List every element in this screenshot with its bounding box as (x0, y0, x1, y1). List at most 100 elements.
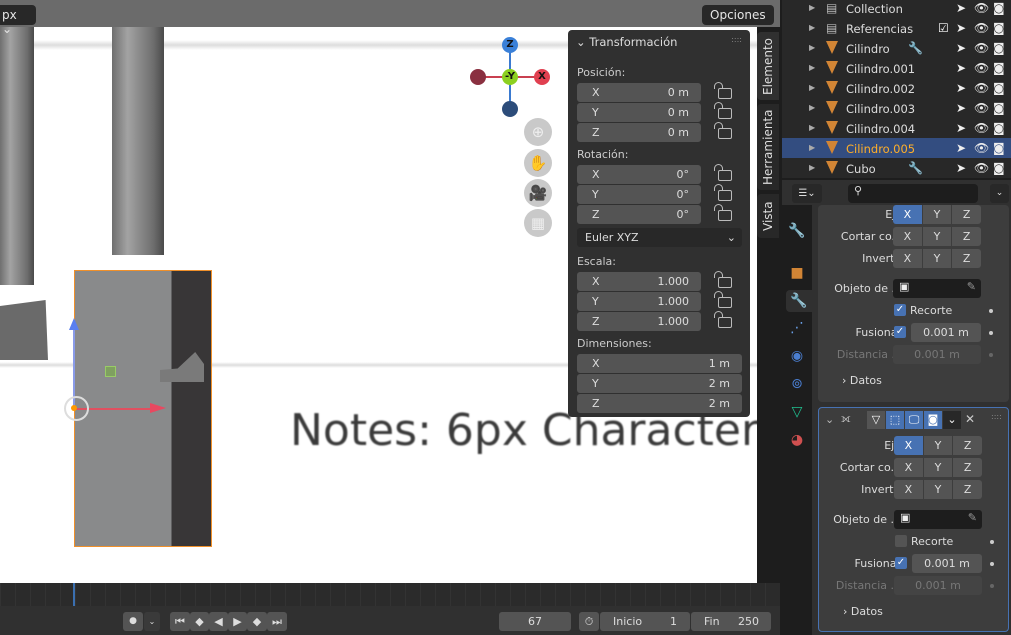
hand-pan-icon[interactable]: ✋ (524, 149, 552, 177)
outliner-row[interactable]: ▶ ▤ Collection ➤ 👁 ◙ (782, 0, 1011, 18)
grid-icon[interactable]: ▦ (524, 209, 552, 237)
outliner-row[interactable]: ▶ ▤ Referencias ☑ ➤ 👁 ◙ (782, 18, 1011, 38)
merge-distance-field[interactable]: 0.001 m (911, 323, 981, 342)
position-y-field[interactable]: Y 0 m (577, 103, 701, 122)
properties-search-input[interactable]: ⚲ (848, 184, 978, 203)
rotation-x-field[interactable]: X 0° (577, 165, 701, 184)
eyedropper-icon[interactable]: ✎ (967, 280, 976, 293)
tab-vista[interactable]: Vista (757, 194, 779, 238)
gizmo-neg-y[interactable]: -Y (502, 69, 518, 85)
keying-dropdown[interactable]: ⌄ (144, 612, 160, 631)
eye-icon[interactable]: 👁 (974, 161, 989, 175)
gizmo-neg-z[interactable] (502, 101, 518, 117)
bisect-y-toggle[interactable]: Y (922, 227, 952, 246)
flip-x-toggle[interactable]: X (893, 249, 922, 268)
merge-checkbox[interactable]: ✓ (895, 557, 907, 569)
expand-arrow-icon[interactable]: ▶ (809, 23, 815, 32)
prev-keyframe-icon[interactable]: ◆ (190, 612, 209, 631)
expand-arrow-icon[interactable]: ▶ (809, 143, 815, 152)
camera-render-icon[interactable]: ◙ (993, 161, 1005, 175)
eye-icon[interactable]: 👁 (974, 81, 989, 95)
axis-z-toggle[interactable]: Z (953, 436, 983, 455)
play-reverse-icon[interactable]: ◀ (209, 612, 228, 631)
outliner-row[interactable]: ▶ Cilindro.004 ➤ 👁 ◙ (782, 118, 1011, 138)
tab-herramienta[interactable]: Herramienta (757, 104, 779, 190)
zoom-icon[interactable]: ⊕ (524, 118, 552, 146)
end-frame-field[interactable]: Fin 250 (691, 612, 771, 631)
expand-arrow-icon[interactable]: ▶ (809, 43, 815, 52)
dimensions-x-field[interactable]: X 1 m (577, 354, 742, 373)
select-arrow-icon[interactable]: ➤ (956, 121, 966, 135)
select-arrow-icon[interactable]: ➤ (956, 101, 966, 115)
drag-handle-icon[interactable]: :::: (991, 412, 1002, 421)
particles-icon[interactable]: ⋰ (786, 317, 808, 339)
outliner-row[interactable]: ▶ Cilindro.003 ➤ 👁 ◙ (782, 98, 1011, 118)
flip-z-toggle[interactable]: Z (953, 480, 983, 499)
expand-arrow-icon[interactable]: ▶ (809, 163, 815, 172)
3d-viewport[interactable]: Notes: 6px Character px ⌄ Opciones ⌄ Z X… (0, 0, 780, 583)
merge-distance-field[interactable]: 0.001 m (912, 554, 982, 573)
keyframe-dot-icon[interactable] (989, 309, 993, 313)
select-arrow-icon[interactable]: ➤ (956, 161, 966, 175)
rotation-mode-dropdown[interactable]: Euler XYZ ⌄ (577, 228, 742, 247)
scale-x-field[interactable]: X 1.000 (577, 272, 701, 291)
mirror-object-field[interactable]: ▣ ✎ (894, 510, 982, 529)
expand-arrow-icon[interactable]: ▶ (809, 103, 815, 112)
lock-icon[interactable] (714, 184, 732, 201)
camera-render-icon[interactable]: ◙ (993, 101, 1005, 115)
jump-end-icon[interactable]: ⏭ (267, 612, 287, 631)
rotation-z-field[interactable]: Z 0° (577, 205, 701, 224)
lock-icon[interactable] (714, 164, 732, 181)
position-x-field[interactable]: X 0 m (577, 83, 701, 102)
lock-icon[interactable] (714, 271, 732, 288)
lock-icon[interactable] (714, 122, 732, 139)
playhead[interactable] (73, 583, 75, 606)
flip-y-toggle[interactable]: Y (923, 480, 953, 499)
eye-icon[interactable]: 👁 (974, 1, 989, 15)
eye-icon[interactable]: 👁 (974, 41, 989, 55)
mirror-object-field[interactable]: ▣ ✎ (893, 279, 981, 298)
keyframe-dot-icon[interactable] (990, 540, 994, 544)
render-icon[interactable]: ◙ (924, 411, 942, 429)
gizmo-z[interactable]: Z (502, 37, 518, 53)
close-icon[interactable]: ✕ (965, 412, 975, 426)
axis-x-toggle[interactable]: X (893, 205, 922, 224)
gizmo-neg-x[interactable] (470, 69, 486, 85)
lock-icon[interactable] (714, 102, 732, 119)
gizmo-x[interactable]: X (534, 69, 550, 85)
bisect-z-toggle[interactable]: Z (953, 458, 983, 477)
select-arrow-icon[interactable]: ➤ (956, 41, 966, 55)
eye-icon[interactable]: 👁 (974, 21, 989, 35)
material-icon[interactable]: ◕ (786, 429, 808, 451)
cage-icon[interactable]: ⬚ (886, 411, 904, 429)
editor-type-dropdown[interactable]: ☰⌄ (792, 184, 822, 203)
camera-render-icon[interactable]: ◙ (993, 81, 1005, 95)
units-dropdown[interactable]: px ⌄ (0, 5, 36, 36)
select-arrow-icon[interactable]: ➤ (956, 1, 966, 15)
expand-arrow-icon[interactable]: ▶ (809, 123, 815, 132)
outliner-row[interactable]: ▶ Cubo 🔧 ➤ 👁 ◙ (782, 158, 1011, 178)
outliner-row[interactable]: ▶ Cilindro.001 ➤ 👁 ◙ (782, 58, 1011, 78)
bisect-x-toggle[interactable]: X (894, 458, 923, 477)
position-z-field[interactable]: Z 0 m (577, 123, 701, 142)
lock-icon[interactable] (714, 291, 732, 308)
select-arrow-icon[interactable]: ➤ (956, 81, 966, 95)
start-frame-field[interactable]: Inicio 1 (600, 612, 690, 631)
outliner-row[interactable]: ▶ Cilindro.002 ➤ 👁 ◙ (782, 78, 1011, 98)
physics-icon[interactable]: ◉ (786, 345, 808, 367)
camera-render-icon[interactable]: ◙ (993, 1, 1005, 15)
camera-render-icon[interactable]: ◙ (993, 121, 1005, 135)
lock-icon[interactable] (714, 82, 732, 99)
dimensions-y-field[interactable]: Y 2 m (577, 374, 742, 393)
transform-panel-header[interactable]: ⌄ Transformación (576, 35, 677, 49)
scale-z-field[interactable]: Z 1.000 (577, 312, 701, 331)
camera-render-icon[interactable]: ◙ (993, 61, 1005, 75)
camera-icon[interactable]: 🎥 (524, 179, 552, 207)
next-keyframe-icon[interactable]: ◆ (247, 612, 267, 631)
current-frame-field[interactable]: 67 (499, 612, 571, 631)
options-dropdown[interactable]: Opciones ⌄ (702, 5, 774, 36)
z-arrow[interactable] (73, 325, 75, 407)
axis-z-toggle[interactable]: Z (952, 205, 982, 224)
clipping-checkbox[interactable] (895, 535, 907, 547)
bisect-z-toggle[interactable]: Z (952, 227, 982, 246)
